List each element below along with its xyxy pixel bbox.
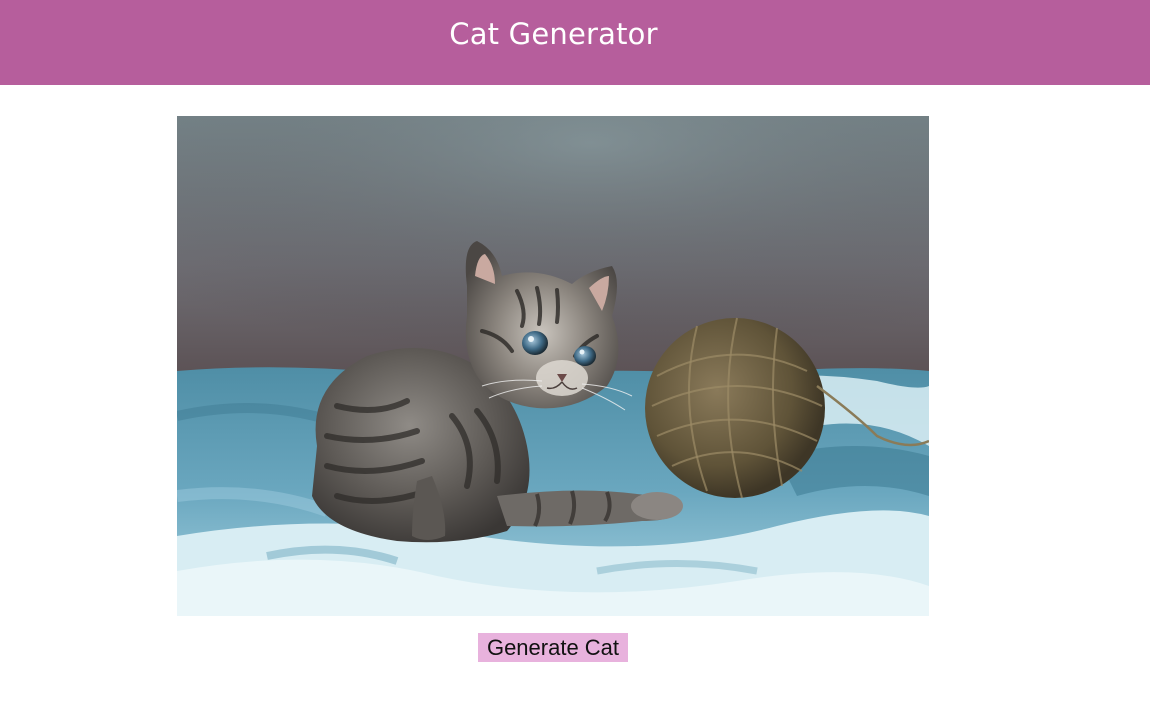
- generate-cat-button[interactable]: Generate Cat: [478, 633, 628, 662]
- cat-image: [177, 116, 929, 616]
- page-title: Cat Generator: [449, 17, 658, 51]
- app-header: Cat Generator: [0, 0, 1150, 85]
- kitten-photo: [177, 116, 929, 616]
